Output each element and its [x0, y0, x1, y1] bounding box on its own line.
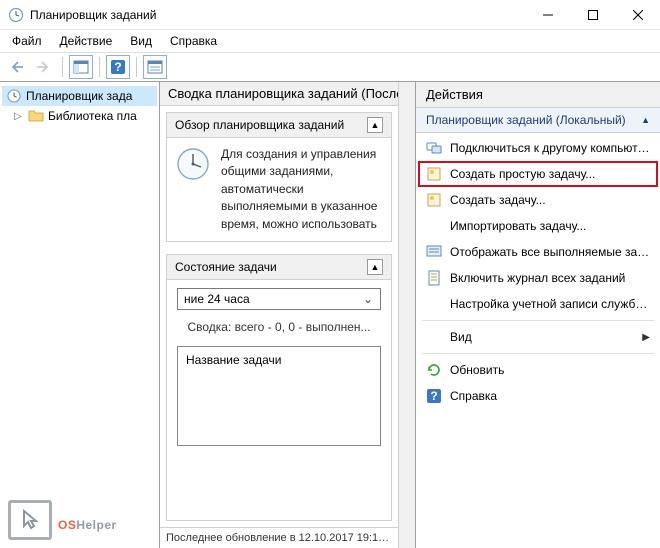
toolbar-view-button[interactable] — [143, 55, 167, 79]
actions-header: Действия — [416, 82, 660, 108]
tree-library[interactable]: ▷ Библиотека пла — [2, 106, 157, 126]
submenu-arrow-icon: ▶ — [642, 332, 650, 343]
action-label: Создать простую задачу... — [450, 167, 650, 181]
action-label: Подключиться к другому компьюте... — [450, 141, 650, 155]
overview-title: Обзор планировщика заданий — [175, 118, 344, 132]
journal-icon — [426, 270, 442, 286]
clock-icon — [175, 146, 211, 182]
menu-view[interactable]: Вид — [122, 32, 160, 50]
forward-button[interactable] — [32, 55, 56, 79]
menu-bar: Файл Действие Вид Справка — [0, 30, 660, 52]
back-button[interactable] — [4, 55, 28, 79]
action-label: Настройка учетной записи службы ... — [450, 297, 650, 311]
action-label: Создать задачу... — [450, 193, 650, 207]
tree-root[interactable]: Планировщик зада — [2, 86, 157, 106]
collapse-button[interactable]: ▲ — [367, 117, 383, 133]
toolbar-help-button[interactable]: ? — [106, 55, 130, 79]
summary-text: Сводка: всего - 0, 0 - выполнен... — [177, 320, 381, 334]
separator — [422, 320, 654, 321]
action-service-account[interactable]: Настройка учетной записи службы ... — [418, 291, 658, 317]
toolbar-separator — [136, 57, 137, 77]
action-label: Справка — [450, 389, 650, 403]
overview-section: Обзор планировщика заданий ▲ Для создани… — [166, 112, 392, 242]
actions-subheader-label: Планировщик заданий (Локальный) — [426, 113, 626, 127]
clock-icon — [8, 7, 24, 23]
collapse-icon: ▲ — [641, 115, 650, 125]
action-enable-history[interactable]: Включить журнал всех заданий — [418, 265, 658, 291]
overview-text: Для создания и управления общими задания… — [221, 146, 383, 233]
clock-icon — [6, 88, 22, 104]
actions-pane: Действия Планировщик заданий (Локальный)… — [416, 82, 660, 548]
action-connect[interactable]: Подключиться к другому компьюте... — [418, 135, 658, 161]
title-bar: Планировщик заданий — [0, 0, 660, 30]
toolbar: ? — [0, 52, 660, 82]
period-combo[interactable]: ние 24 часа ⌄ — [177, 288, 381, 310]
blank-icon — [426, 329, 442, 345]
separator — [422, 353, 654, 354]
action-list: Подключиться к другому компьюте... Созда… — [416, 133, 660, 548]
status-bar: Последнее обновление в 12.10.2017 19:12:… — [160, 527, 398, 548]
task-list[interactable]: Название задачи — [177, 346, 381, 446]
tree-pane: Планировщик зада ▷ Библиотека пла — [0, 82, 160, 548]
display-icon — [426, 244, 442, 260]
menu-file[interactable]: Файл — [4, 32, 50, 50]
action-label: Импортировать задачу... — [450, 219, 650, 233]
actions-subheader[interactable]: Планировщик заданий (Локальный) ▲ — [416, 108, 660, 133]
state-title: Состояние задачи — [175, 260, 277, 274]
minimize-button[interactable] — [525, 0, 570, 30]
period-value: ние 24 часа — [184, 292, 250, 306]
refresh-icon — [426, 362, 442, 378]
toolbar-separator — [99, 57, 100, 77]
menu-help[interactable]: Справка — [162, 32, 225, 50]
toolbar-separator — [62, 57, 63, 77]
summary-header: Сводка планировщика заданий (Последнее — [160, 82, 398, 106]
wizard-icon — [426, 192, 442, 208]
action-import-task[interactable]: Импортировать задачу... — [418, 213, 658, 239]
svg-text:?: ? — [430, 389, 437, 403]
action-view[interactable]: Вид ▶ — [418, 324, 658, 350]
tree-library-label: Библиотека пла — [48, 109, 137, 123]
close-button[interactable] — [615, 0, 660, 30]
maximize-button[interactable] — [570, 0, 615, 30]
connect-icon — [426, 140, 442, 156]
action-create-basic-task[interactable]: Создать простую задачу... — [418, 161, 658, 187]
action-help[interactable]: ? Справка — [418, 383, 658, 409]
state-section: Состояние задачи ▲ ние 24 часа ⌄ Сводка:… — [166, 254, 392, 521]
task-name-column: Название задачи — [186, 353, 282, 367]
action-refresh[interactable]: Обновить — [418, 357, 658, 383]
window-controls — [525, 0, 660, 30]
blank-icon — [426, 296, 442, 312]
toolbar-panel-button[interactable] — [69, 55, 93, 79]
action-label: Отображать все выполняемые задачи — [450, 245, 650, 259]
chevron-down-icon: ⌄ — [360, 292, 376, 306]
action-label: Вид — [450, 330, 634, 344]
action-create-task[interactable]: Создать задачу... — [418, 187, 658, 213]
help-icon: ? — [426, 388, 442, 404]
wizard-icon — [426, 166, 442, 182]
collapse-button[interactable]: ▲ — [367, 259, 383, 275]
tree-root-label: Планировщик зада — [26, 89, 132, 103]
window-title: Планировщик заданий — [30, 8, 525, 22]
action-label: Обновить — [450, 363, 650, 377]
menu-action[interactable]: Действие — [52, 32, 121, 50]
summary-pane: Сводка планировщика заданий (Последнее О… — [160, 82, 416, 548]
expand-icon[interactable]: ▷ — [12, 110, 24, 122]
svg-text:?: ? — [114, 60, 121, 74]
folder-icon — [28, 108, 44, 124]
main-body: Планировщик зада ▷ Библиотека пла Сводка… — [0, 82, 660, 548]
scrollbar[interactable] — [398, 82, 415, 548]
action-label: Включить журнал всех заданий — [450, 271, 650, 285]
action-show-running[interactable]: Отображать все выполняемые задачи — [418, 239, 658, 265]
blank-icon — [426, 218, 442, 234]
